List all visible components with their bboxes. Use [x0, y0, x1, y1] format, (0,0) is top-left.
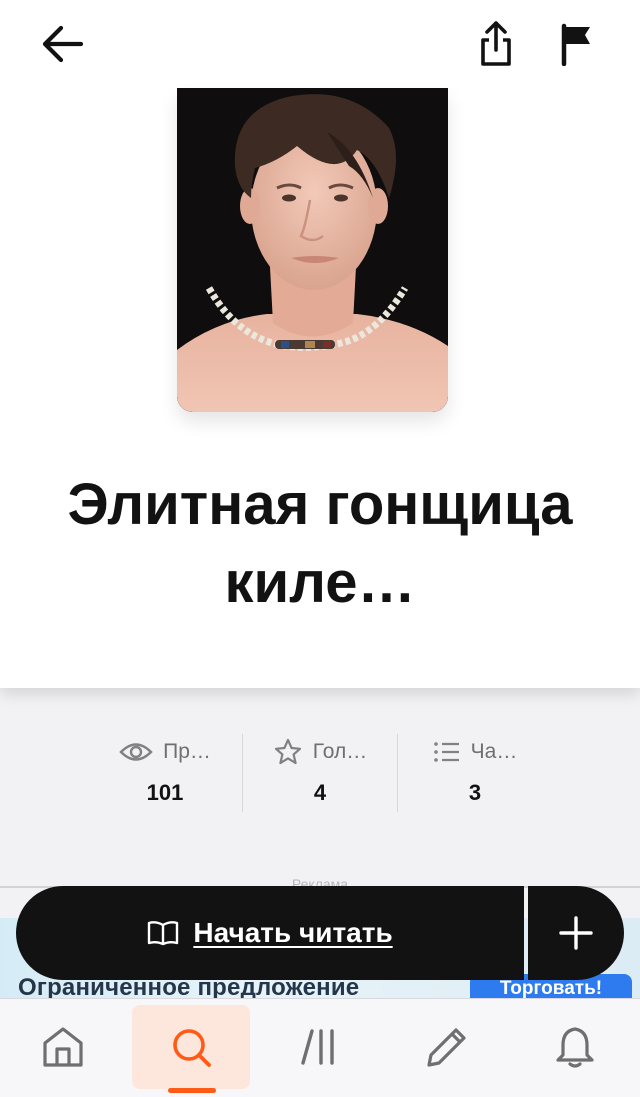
nav-notifications[interactable]: [516, 1005, 634, 1089]
start-reading-label: Начать читать: [193, 917, 393, 948]
stat-parts[interactable]: Ча… 3: [397, 734, 552, 812]
nav-library[interactable]: [262, 1005, 380, 1089]
nav-home[interactable]: [4, 1005, 122, 1089]
stat-reads-value: 101: [146, 780, 184, 805]
bottom-navigation: [0, 998, 640, 1097]
stat-parts-label: Ча…: [470, 740, 518, 763]
home-icon: [43, 1027, 83, 1067]
stat-parts-value: 3: [468, 780, 482, 805]
search-icon: [173, 1029, 211, 1067]
share-button[interactable]: [466, 12, 526, 76]
add-to-library-button[interactable]: [528, 886, 624, 980]
eye-icon: [119, 743, 153, 761]
list-icon: [433, 742, 459, 762]
library-icon: [301, 1029, 334, 1065]
share-icon: [481, 21, 511, 66]
star-icon: [274, 738, 301, 765]
report-button[interactable]: [548, 14, 604, 74]
back-button[interactable]: [30, 16, 94, 72]
nav-active-indicator: [168, 1088, 216, 1093]
plus-icon: [559, 916, 593, 950]
story-header-section: Элитная гонщица киле…: [0, 0, 640, 688]
story-title: Элитная гонщица киле…: [67, 472, 573, 615]
pencil-icon: [427, 1028, 466, 1067]
story-stats: Пр… 101 Гол… 4 Ча… 3: [88, 734, 552, 812]
stat-votes-value: 4: [313, 780, 327, 805]
stat-reads-label: Пр…: [163, 740, 211, 763]
arrow-left-icon: [42, 25, 84, 63]
cover-portrait-illustration: [177, 88, 448, 412]
bell-icon: [556, 1027, 594, 1068]
nav-write[interactable]: [388, 1005, 506, 1089]
stat-votes[interactable]: Гол… 4: [242, 734, 397, 812]
story-cover-image[interactable]: [177, 88, 448, 412]
stat-votes-label: Гол…: [312, 740, 368, 763]
stat-reads[interactable]: Пр… 101: [88, 734, 242, 812]
flag-icon: [561, 23, 590, 66]
start-reading-button[interactable]: Начать читать: [16, 886, 524, 980]
nav-search[interactable]: [132, 1005, 250, 1093]
book-open-icon: [148, 921, 179, 946]
